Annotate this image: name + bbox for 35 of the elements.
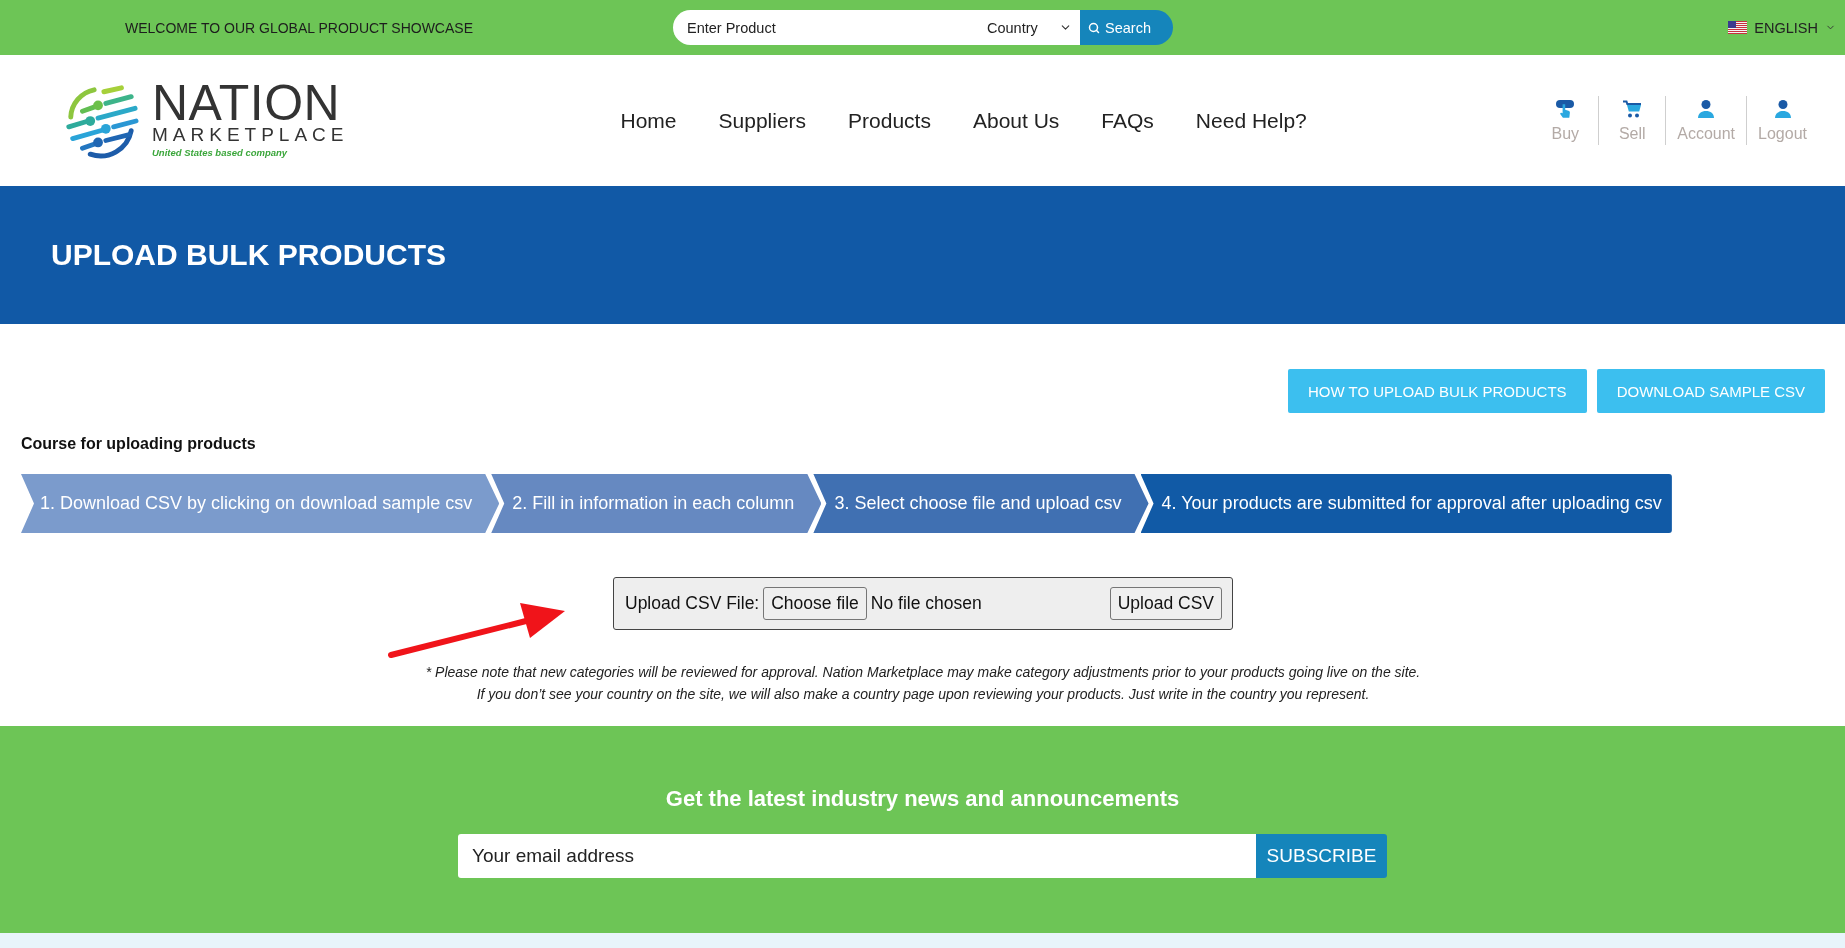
- nav-link[interactable]: About Us: [972, 108, 1060, 133]
- logo-tagline: United States based company: [152, 146, 288, 159]
- upload-note: * Please note that new categories will be reviewed for approval. Nation Marketplace may make category adjustments prior to your products going live on the site.: [425, 663, 1421, 682]
- course-step: 3. Select choose file and upload csv: [813, 474, 1149, 533]
- file-status: No file chosen: [870, 593, 982, 614]
- cart-icon: [1622, 98, 1643, 119]
- email-field[interactable]: Your email address: [458, 834, 1256, 878]
- language-selector[interactable]: ENGLISH: [1728, 19, 1836, 36]
- logo-wordmark: NATION: [152, 82, 341, 123]
- subscribe-button[interactable]: SUBSCRIBE: [1256, 834, 1387, 878]
- user-icon: [1772, 98, 1793, 119]
- nav-link[interactable]: Need Help?: [1195, 108, 1307, 133]
- product-search-field[interactable]: Enter Product: [673, 10, 975, 45]
- welcome-text: WELCOME TO OUR GLOBAL PRODUCT SHOWCASE: [125, 19, 473, 36]
- search-icon: [1088, 21, 1100, 34]
- upload-label: Upload CSV File:: [625, 593, 760, 614]
- search-button[interactable]: Search: [1080, 10, 1173, 45]
- user-icon: [1696, 98, 1717, 119]
- country-select[interactable]: Country: [975, 10, 1080, 45]
- nav-link[interactable]: FAQs: [1101, 108, 1154, 133]
- upload-csv-button[interactable]: Upload CSV: [1109, 587, 1222, 620]
- logo-subtitle: MARKETPLACE: [152, 124, 349, 145]
- nav-link[interactable]: Products: [848, 108, 931, 133]
- course-step: 2. Fill in information in each column: [491, 474, 822, 533]
- newsletter-heading: Get the latest industry news and announcements: [665, 785, 1180, 813]
- section-heading: Course for uploading products: [21, 434, 256, 454]
- choose-file-button[interactable]: Choose file: [763, 587, 867, 620]
- nav-link[interactable]: Suppliers: [718, 108, 807, 133]
- page-title: UPLOAD BULK PRODUCTS: [51, 238, 446, 272]
- course-step: 4. Your products are submitted for approval after uploading csv: [1140, 474, 1672, 533]
- nav-link[interactable]: Home: [620, 108, 677, 133]
- upload-note: If you don’t see your country on the site, we will also make a country page upon reviewing your products. Just write in the country you represent.: [476, 685, 1370, 704]
- flag-icon: [1728, 21, 1748, 34]
- course-step: 1. Download CSV by clicking on download sample csv: [21, 474, 500, 533]
- hand-pointer-icon: [1555, 98, 1576, 119]
